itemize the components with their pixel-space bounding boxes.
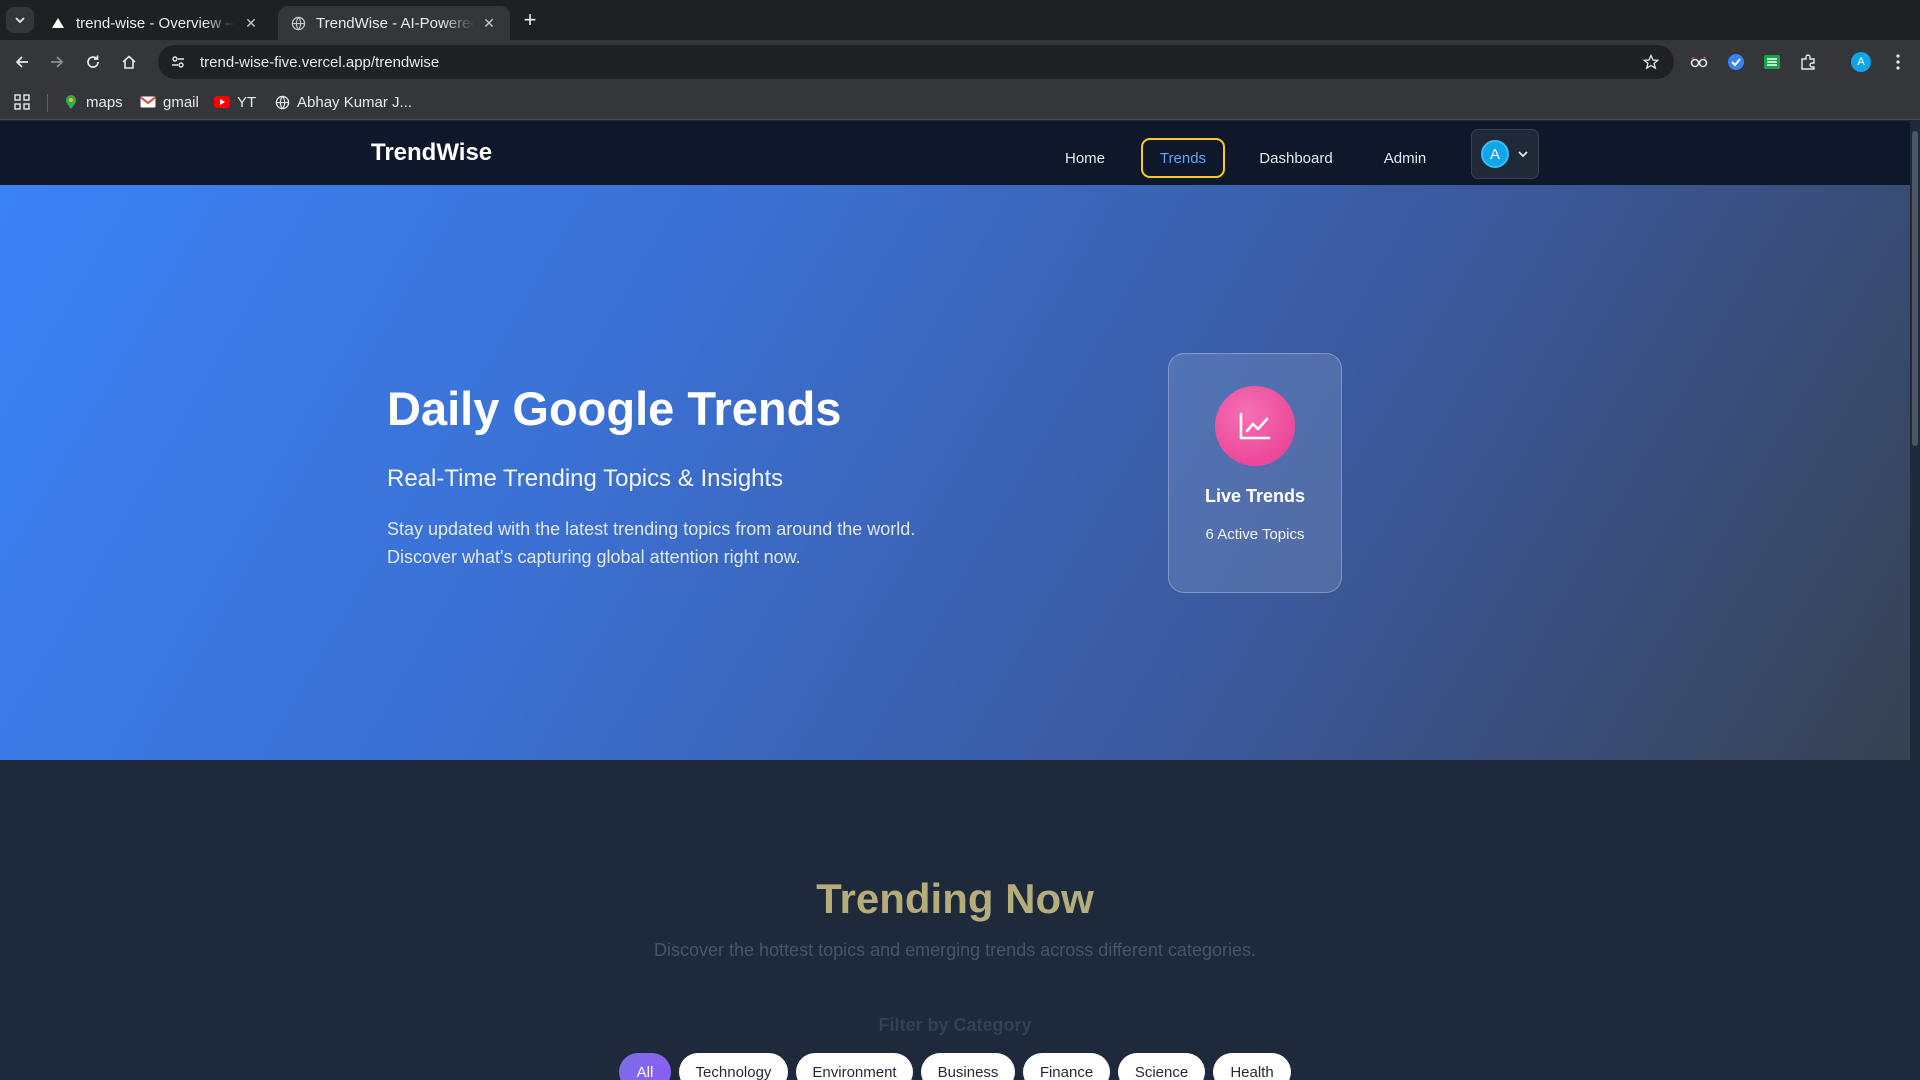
glasses-extension-icon[interactable] (1687, 50, 1711, 74)
arrow-right-icon (51, 56, 64, 68)
user-menu-button[interactable]: A (1471, 129, 1539, 179)
category-chip-technology[interactable]: Technology (679, 1053, 788, 1080)
hero-description-line: Stay updated with the latest trending to… (387, 519, 916, 539)
globe-icon (290, 15, 306, 31)
bookmark-label: gmail (163, 93, 199, 111)
browser-tab-trendwise[interactable]: TrendWise - AI-Powered Trends ✕ (278, 6, 510, 40)
chevron-down-icon (1518, 151, 1528, 158)
category-chip-business[interactable]: Business (921, 1053, 1015, 1080)
forward-button[interactable] (43, 48, 71, 76)
hero-description-line: Discover what's capturing global attenti… (387, 547, 801, 567)
close-tab-icon[interactable]: ✕ (480, 14, 498, 32)
sheets-extension-icon[interactable] (1760, 50, 1784, 74)
nav-link-dashboard[interactable]: Dashboard (1249, 138, 1343, 178)
category-chip-environment[interactable]: Environment (796, 1053, 913, 1080)
bookmark-abhay[interactable]: Abhay Kumar J... (274, 90, 412, 114)
reload-button[interactable] (79, 48, 107, 76)
bookmark-star-icon[interactable] (1640, 51, 1662, 73)
site-info-icon[interactable] (164, 48, 192, 76)
browser-tab-vercel[interactable]: trend-wise - Overview – Vercel ✕ (38, 6, 272, 40)
bookmark-label: YT (237, 93, 257, 111)
trending-subtitle: Discover the hottest topics and emerging… (654, 940, 1256, 960)
category-chip-all[interactable]: All (619, 1053, 671, 1080)
page-viewport: TrendWise Home Trends Dashboard Admin A … (0, 121, 1910, 1080)
nav-link-home[interactable]: Home (1052, 138, 1118, 178)
chart-line-icon (1215, 386, 1295, 466)
puzzle-extensions-icon[interactable] (1796, 50, 1820, 74)
bookmarks-bar: maps gmail YT Abhay Kumar J... (0, 84, 1920, 120)
live-trends-card: Live Trends 6 Active Topics (1168, 353, 1342, 593)
page-scrollbar[interactable] (1910, 121, 1920, 1080)
apps-grid-icon (14, 94, 30, 110)
tab-title: TrendWise - AI-Powered Trends (316, 14, 474, 32)
bookmark-maps[interactable]: maps (63, 90, 123, 114)
hero-section: Daily Google Trends Real-Time Trending T… (0, 185, 1910, 760)
new-tab-button[interactable]: + (518, 7, 542, 32)
maps-pin-icon (63, 94, 79, 110)
profile-initial: A (1851, 52, 1871, 72)
close-tab-icon[interactable]: ✕ (242, 14, 260, 32)
active-topics-count: 6 Active Topics (1205, 526, 1305, 543)
tab-search-button[interactable] (6, 7, 34, 33)
tab-title: trend-wise - Overview – Vercel (76, 14, 236, 32)
reload-icon (87, 55, 99, 68)
hero-description: Stay updated with the latest trending to… (387, 515, 947, 571)
browser-tab-bar: trend-wise - Overview – Vercel ✕ TrendWi… (0, 0, 1920, 40)
bookmark-youtube[interactable]: YT (214, 90, 256, 114)
apps-grid-button[interactable] (14, 90, 30, 114)
arrow-left-icon (15, 56, 28, 68)
nav-link-trends[interactable]: Trends (1141, 138, 1225, 178)
user-avatar: A (1481, 140, 1509, 168)
site-navbar: TrendWise Home Trends Dashboard Admin A (0, 121, 1910, 185)
home-icon (122, 55, 136, 69)
home-button[interactable] (115, 48, 143, 76)
gmail-icon (140, 94, 156, 110)
vercel-triangle-icon (50, 15, 66, 31)
globe-icon (274, 94, 290, 110)
url-text: trend-wise-five.vercel.app/trendwise (200, 53, 440, 71)
bookmark-gmail[interactable]: gmail (140, 90, 199, 114)
browser-menu-icon[interactable] (1886, 50, 1910, 74)
hero-subtitle: Real-Time Trending Topics & Insights (387, 465, 784, 492)
filter-label: Filter by Category (878, 1015, 1032, 1035)
profile-avatar[interactable]: A (1849, 50, 1873, 74)
bookmark-label: Abhay Kumar J... (297, 93, 413, 111)
browser-toolbar: trend-wise-five.vercel.app/trendwise A (0, 40, 1920, 84)
youtube-icon (214, 94, 230, 110)
category-chip-science[interactable]: Science (1118, 1053, 1205, 1080)
trending-section: Trending Now Discover the hottest topics… (0, 760, 1910, 1080)
brand-logo[interactable]: TrendWise (371, 139, 492, 167)
category-chip-health[interactable]: Health (1213, 1053, 1291, 1080)
live-trends-title: Live Trends (1204, 486, 1306, 506)
hero-title: Daily Google Trends (387, 382, 842, 435)
back-button[interactable] (8, 48, 36, 76)
scrollbar-thumb[interactable] (1912, 131, 1918, 446)
bookmarks-divider (47, 94, 48, 112)
shield-extension-icon[interactable] (1724, 50, 1748, 74)
bookmark-label: maps (86, 93, 123, 111)
category-filter: All Technology Environment Business Fina… (0, 1053, 1910, 1080)
address-bar[interactable]: trend-wise-five.vercel.app/trendwise (158, 45, 1674, 79)
nav-link-admin[interactable]: Admin (1372, 138, 1438, 178)
chevron-down-icon (15, 17, 25, 24)
category-chip-finance[interactable]: Finance (1023, 1053, 1110, 1080)
trending-title: Trending Now (0, 875, 1910, 923)
